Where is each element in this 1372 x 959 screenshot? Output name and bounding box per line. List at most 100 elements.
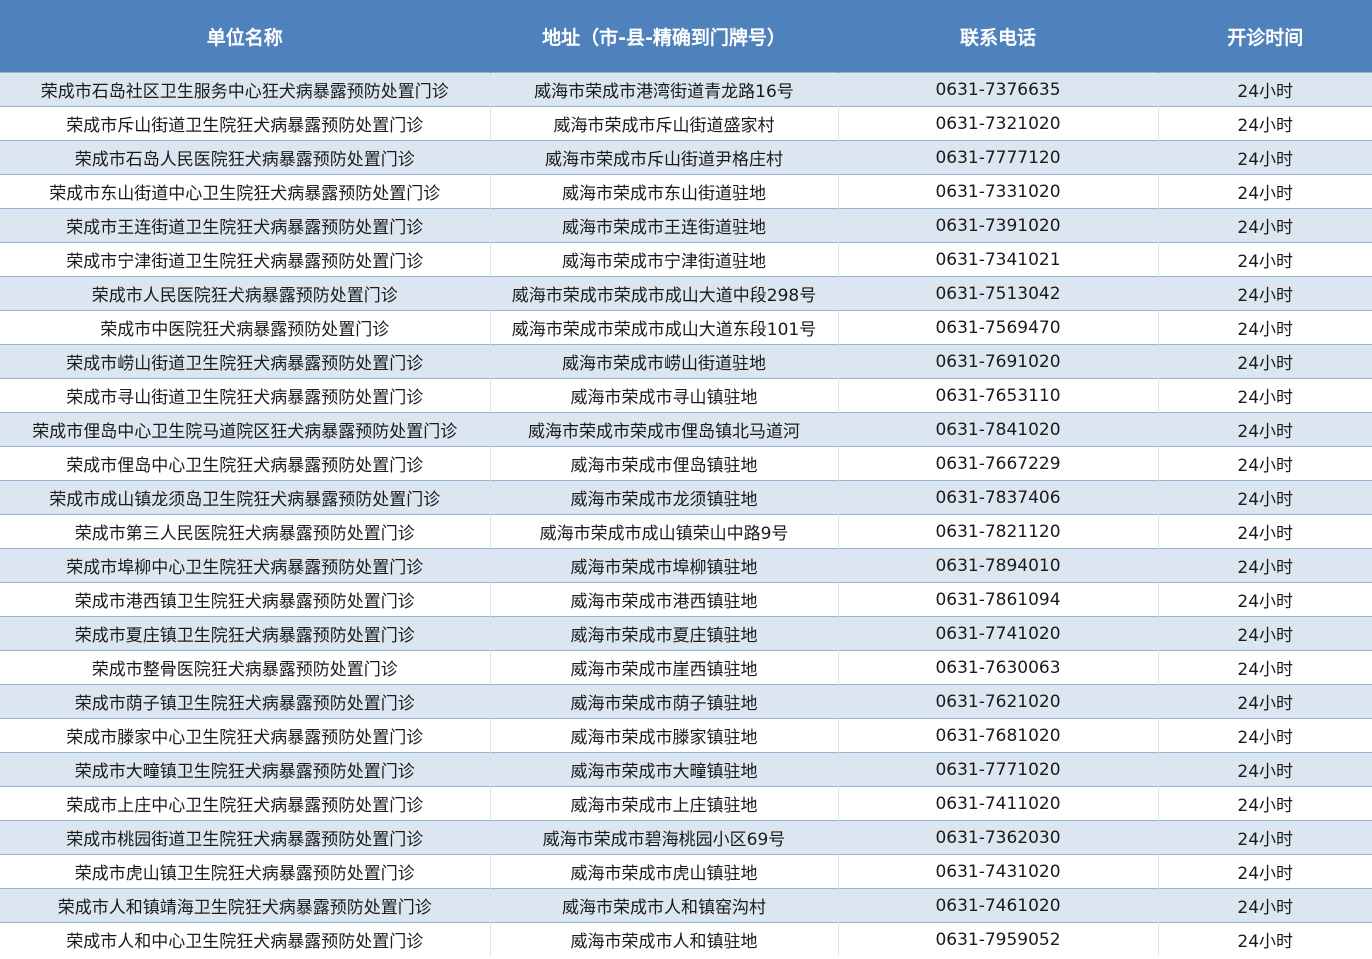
cell-hours: 24小时 [1158,140,1372,175]
table-row: 荣成市宁津街道卫生院狂犬病暴露预防处置门诊 威海市荣成市宁津街道驻地 0631-73… [0,242,1372,277]
cell-unit-name: 荣成市石岛人民医院狂犬病暴露预防处置门诊 [0,140,491,175]
cell-hours: 24小时 [1158,242,1372,277]
table-row: 荣成市成山镇龙须岛卫生院狂犬病暴露预防处置门诊 威海市荣成市龙须镇驻地 0631-7… [0,480,1372,515]
header-address: 地址（市-县-精确到门牌号） [490,0,839,73]
cell-hours: 24小时 [1158,310,1372,345]
cell-address: 威海市荣成市荣成市俚岛镇北马道河 [490,412,839,447]
cell-unit-name: 荣成市大疃镇卫生院狂犬病暴露预防处置门诊 [0,752,491,787]
clinic-table-container: 单位名称 地址（市-县-精确到门牌号） 联系电话 开诊时间 荣成市石岛社区卫生服… [0,0,1372,959]
cell-hours: 24小时 [1158,548,1372,583]
cell-hours: 24小时 [1158,922,1372,956]
cell-hours: 24小时 [1158,480,1372,515]
cell-unit-name: 荣成市人民医院狂犬病暴露预防处置门诊 [0,276,491,311]
cell-address: 威海市荣成市荫子镇驻地 [490,684,839,719]
cell-hours: 24小时 [1158,718,1372,753]
cell-address: 威海市荣成市埠柳镇驻地 [490,548,839,583]
cell-phone: 0631-7959052 [838,922,1159,956]
cell-unit-name: 荣成市埠柳中心卫生院狂犬病暴露预防处置门诊 [0,548,491,583]
cell-address: 威海市荣成市港湾街道青龙路16号 [490,72,839,107]
cell-address: 威海市荣成市荣成市成山大道东段101号 [490,310,839,345]
cell-address: 威海市荣成市寻山镇驻地 [490,378,839,413]
cell-unit-name: 荣成市人和镇靖海卫生院狂犬病暴露预防处置门诊 [0,888,491,923]
table-row: 荣成市大疃镇卫生院狂犬病暴露预防处置门诊 威海市荣成市大疃镇驻地 0631-7771… [0,752,1372,787]
cell-hours: 24小时 [1158,752,1372,787]
cell-hours: 24小时 [1158,412,1372,447]
cell-phone: 0631-7331020 [838,174,1159,209]
table-row: 荣成市俚岛中心卫生院马道院区狂犬病暴露预防处置门诊 威海市荣成市荣成市俚岛镇北马道… [0,412,1372,447]
cell-phone: 0631-7837406 [838,480,1159,515]
cell-unit-name: 荣成市俚岛中心卫生院狂犬病暴露预防处置门诊 [0,446,491,481]
cell-unit-name: 荣成市人和中心卫生院狂犬病暴露预防处置门诊 [0,922,491,956]
cell-unit-name: 荣成市第三人民医院狂犬病暴露预防处置门诊 [0,514,491,549]
cell-phone: 0631-7841020 [838,412,1159,447]
table-row: 荣成市人民医院狂犬病暴露预防处置门诊 威海市荣成市荣成市成山大道中段298号 063… [0,276,1372,311]
cell-hours: 24小时 [1158,786,1372,821]
cell-unit-name: 荣成市滕家中心卫生院狂犬病暴露预防处置门诊 [0,718,491,753]
cell-unit-name: 荣成市桃园街道卫生院狂犬病暴露预防处置门诊 [0,820,491,855]
cell-phone: 0631-7411020 [838,786,1159,821]
table-row: 荣成市虎山镇卫生院狂犬病暴露预防处置门诊 威海市荣成市虎山镇驻地 0631-7431… [0,854,1372,889]
cell-hours: 24小时 [1158,514,1372,549]
cell-hours: 24小时 [1158,378,1372,413]
cell-address: 威海市荣成市碧海桃园小区69号 [490,820,839,855]
cell-address: 威海市荣成市港西镇驻地 [490,582,839,617]
header-phone: 联系电话 [838,0,1159,73]
cell-hours: 24小时 [1158,276,1372,311]
clinic-table: 单位名称 地址（市-县-精确到门牌号） 联系电话 开诊时间 荣成市石岛社区卫生服… [0,0,1372,956]
cell-hours: 24小时 [1158,650,1372,685]
cell-unit-name: 荣成市东山街道中心卫生院狂犬病暴露预防处置门诊 [0,174,491,209]
header-unit-name: 单位名称 [0,0,491,73]
cell-phone: 0631-7771020 [838,752,1159,787]
cell-unit-name: 荣成市宁津街道卫生院狂犬病暴露预防处置门诊 [0,242,491,277]
cell-phone: 0631-7569470 [838,310,1159,345]
cell-phone: 0631-7621020 [838,684,1159,719]
cell-address: 威海市荣成市人和镇窑沟村 [490,888,839,923]
cell-address: 威海市荣成市崂山街道驻地 [490,344,839,379]
cell-unit-name: 荣成市港西镇卫生院狂犬病暴露预防处置门诊 [0,582,491,617]
cell-phone: 0631-7861094 [838,582,1159,617]
cell-phone: 0631-7513042 [838,276,1159,311]
cell-hours: 24小时 [1158,72,1372,107]
cell-address: 威海市荣成市俚岛镇驻地 [490,446,839,481]
cell-phone: 0631-7741020 [838,616,1159,651]
cell-phone: 0631-7691020 [838,344,1159,379]
cell-address: 威海市荣成市大疃镇驻地 [490,752,839,787]
header-hours: 开诊时间 [1158,0,1372,73]
cell-address: 威海市荣成市虎山镇驻地 [490,854,839,889]
cell-unit-name: 荣成市整骨医院狂犬病暴露预防处置门诊 [0,650,491,685]
table-body: 荣成市石岛社区卫生服务中心狂犬病暴露预防处置门诊 威海市荣成市港湾街道青龙路16号… [0,72,1372,956]
table-row: 荣成市上庄中心卫生院狂犬病暴露预防处置门诊 威海市荣成市上庄镇驻地 0631-741… [0,786,1372,821]
table-row: 荣成市寻山街道卫生院狂犬病暴露预防处置门诊 威海市荣成市寻山镇驻地 0631-765… [0,378,1372,413]
cell-address: 威海市荣成市上庄镇驻地 [490,786,839,821]
table-row: 荣成市港西镇卫生院狂犬病暴露预防处置门诊 威海市荣成市港西镇驻地 0631-7861… [0,582,1372,617]
cell-phone: 0631-7321020 [838,106,1159,141]
table-row: 荣成市俚岛中心卫生院狂犬病暴露预防处置门诊 威海市荣成市俚岛镇驻地 0631-766… [0,446,1372,481]
table-row: 荣成市王连街道卫生院狂犬病暴露预防处置门诊 威海市荣成市王连街道驻地 0631-73… [0,208,1372,243]
cell-address: 威海市荣成市斥山街道尹格庄村 [490,140,839,175]
cell-hours: 24小时 [1158,684,1372,719]
cell-hours: 24小时 [1158,616,1372,651]
cell-unit-name: 荣成市石岛社区卫生服务中心狂犬病暴露预防处置门诊 [0,72,491,107]
table-row: 荣成市荫子镇卫生院狂犬病暴露预防处置门诊 威海市荣成市荫子镇驻地 0631-7621… [0,684,1372,719]
cell-phone: 0631-7821120 [838,514,1159,549]
cell-phone: 0631-7667229 [838,446,1159,481]
cell-address: 威海市荣成市成山镇荣山中路9号 [490,514,839,549]
cell-address: 威海市荣成市王连街道驻地 [490,208,839,243]
cell-phone: 0631-7391020 [838,208,1159,243]
cell-unit-name: 荣成市虎山镇卫生院狂犬病暴露预防处置门诊 [0,854,491,889]
cell-hours: 24小时 [1158,854,1372,889]
cell-hours: 24小时 [1158,820,1372,855]
cell-phone: 0631-7630063 [838,650,1159,685]
cell-phone: 0631-7777120 [838,140,1159,175]
table-row: 荣成市第三人民医院狂犬病暴露预防处置门诊 威海市荣成市成山镇荣山中路9号 0631-… [0,514,1372,549]
cell-unit-name: 荣成市荫子镇卫生院狂犬病暴露预防处置门诊 [0,684,491,719]
cell-hours: 24小时 [1158,344,1372,379]
cell-unit-name: 荣成市成山镇龙须岛卫生院狂犬病暴露预防处置门诊 [0,480,491,515]
table-row: 荣成市人和中心卫生院狂犬病暴露预防处置门诊 威海市荣成市人和镇驻地 0631-795… [0,922,1372,956]
cell-phone: 0631-7681020 [838,718,1159,753]
cell-hours: 24小时 [1158,174,1372,209]
table-row: 荣成市夏庄镇卫生院狂犬病暴露预防处置门诊 威海市荣成市夏庄镇驻地 0631-7741… [0,616,1372,651]
cell-hours: 24小时 [1158,582,1372,617]
table-row: 荣成市整骨医院狂犬病暴露预防处置门诊 威海市荣成市崖西镇驻地 0631-763006… [0,650,1372,685]
table-header: 单位名称 地址（市-县-精确到门牌号） 联系电话 开诊时间 [0,0,1372,73]
